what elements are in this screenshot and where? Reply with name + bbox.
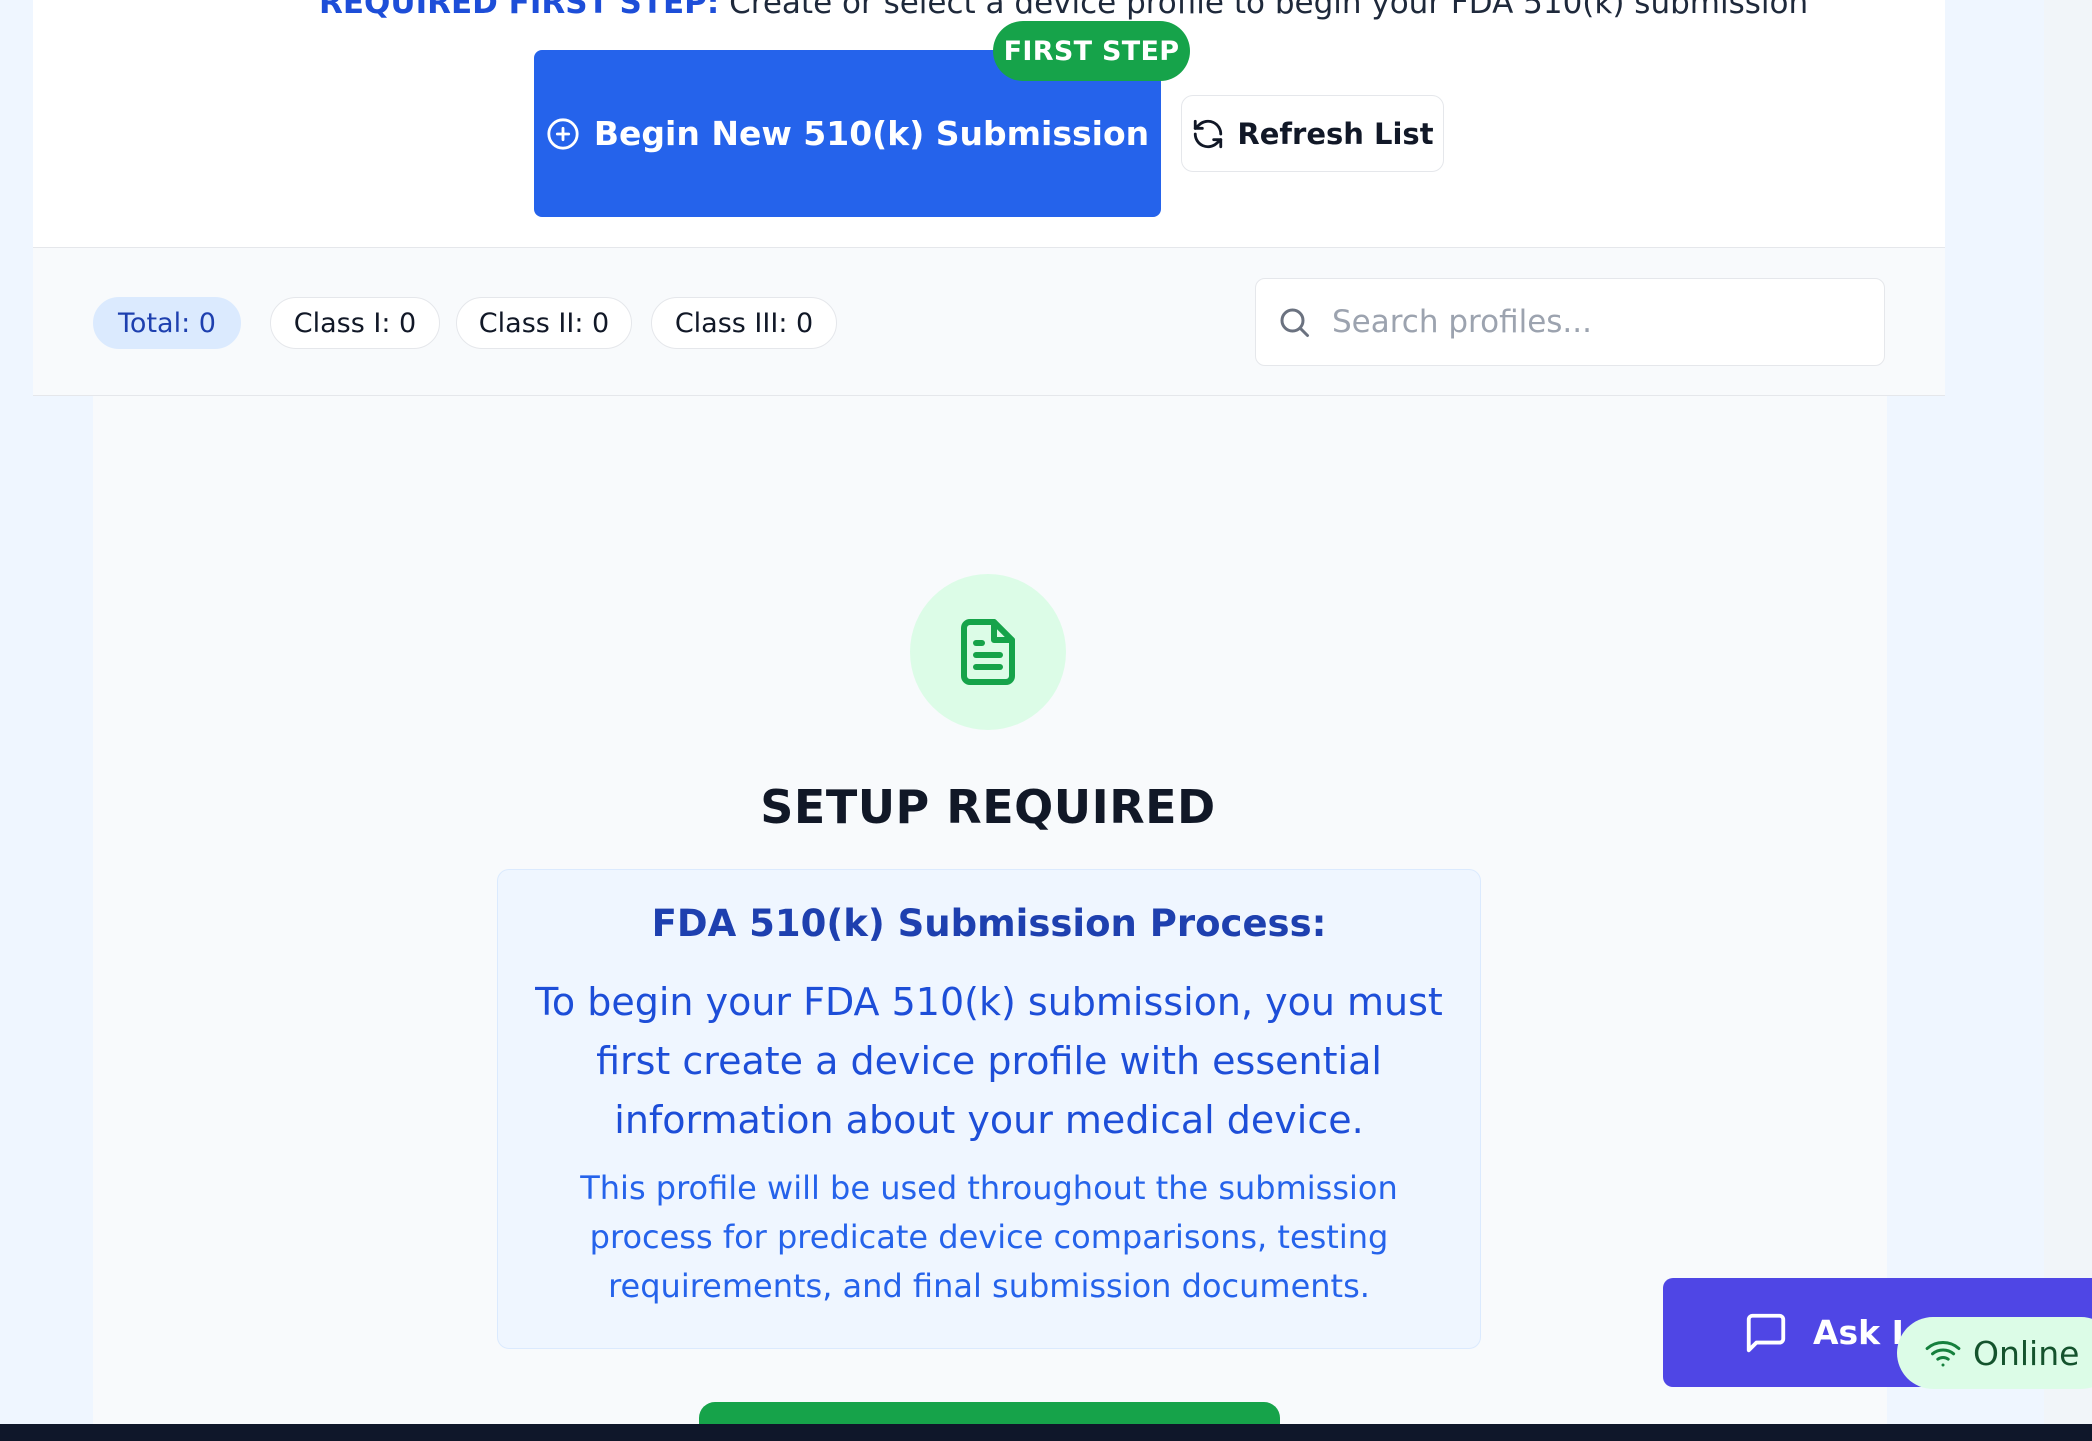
filter-bar: Total: 0 Class I: 0 Class II: 0 Class II…	[33, 247, 1945, 396]
wifi-icon	[1925, 1341, 1961, 1367]
submission-process-info: FDA 510(k) Submission Process: To begin …	[497, 869, 1481, 1349]
class-2-pill[interactable]: Class II: 0	[456, 297, 632, 349]
setup-required-title: SETUP REQUIRED	[760, 780, 1216, 834]
required-step-notice: REQUIRED FIRST STEP: Create or select a …	[319, 0, 1808, 22]
required-step-text: Create or select a device profile to beg…	[719, 0, 1809, 21]
action-header: REQUIRED FIRST STEP: Create or select a …	[33, 0, 1945, 247]
search-icon	[1280, 308, 1309, 337]
bottom-bar	[0, 1424, 2092, 1441]
total-count-pill[interactable]: Total: 0	[93, 297, 241, 349]
right-edge-band	[2044, 0, 2092, 1441]
refresh-list-label: Refresh List	[1237, 116, 1434, 151]
document-icon-badge	[910, 574, 1066, 730]
chat-bubble-icon	[1746, 1313, 1786, 1352]
class-3-pill[interactable]: Class III: 0	[651, 297, 837, 349]
file-text-icon	[961, 619, 1015, 685]
class-1-pill[interactable]: Class I: 0	[270, 297, 440, 349]
first-step-badge: FIRST STEP	[993, 21, 1190, 81]
begin-new-submission-label: Begin New 510(k) Submission	[593, 114, 1150, 153]
online-status-label: Online	[1973, 1333, 2080, 1373]
online-status-badge: Online	[1897, 1317, 2092, 1389]
refresh-icon	[1194, 119, 1223, 148]
process-heading: FDA 510(k) Submission Process:	[651, 902, 1327, 945]
process-sub-text: This profile will be used throughout the…	[580, 1169, 1398, 1305]
profiles-empty-state: SETUP REQUIRED FDA 510(k) Submission Pro…	[93, 396, 1887, 1441]
required-step-label: REQUIRED FIRST STEP:	[319, 0, 720, 21]
search-profiles-input[interactable]	[1330, 303, 1854, 341]
search-profiles-box	[1255, 278, 1885, 366]
refresh-list-button[interactable]: Refresh List	[1181, 95, 1444, 172]
plus-circle-icon	[547, 117, 579, 150]
process-main-text: To begin your FDA 510(k) submission, you…	[535, 980, 1443, 1142]
